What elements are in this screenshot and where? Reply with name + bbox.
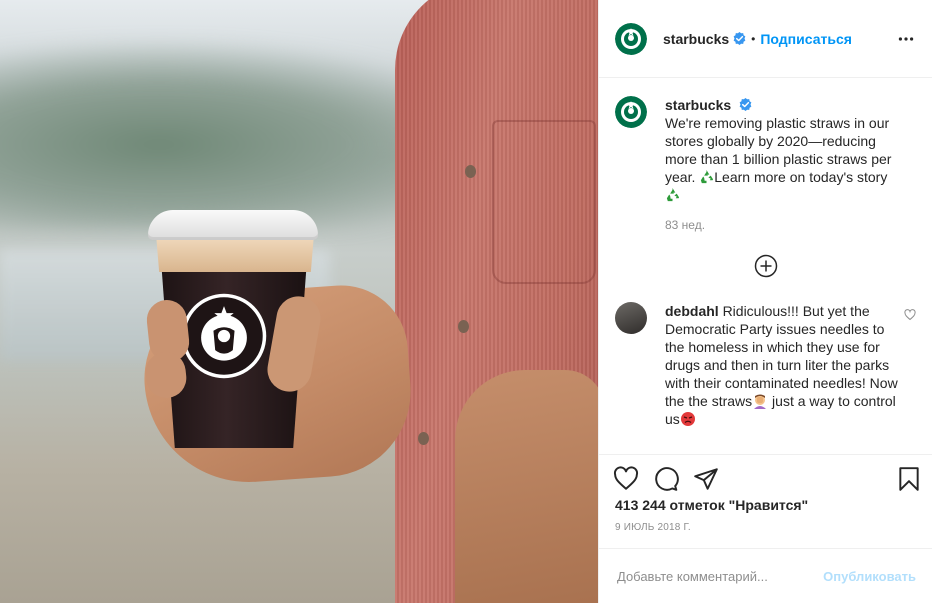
- comment-button[interactable]: [653, 466, 679, 492]
- recycle-emoji-icon: [701, 169, 714, 184]
- second-hand: [455, 370, 598, 603]
- likes-count[interactable]: 413 244 отметок "Нравится": [615, 497, 808, 513]
- load-more-button[interactable]: [754, 254, 778, 278]
- caption-username[interactable]: starbucks: [665, 97, 731, 113]
- comment-item: debdahl Ridiculous!!! But yet the Democr…: [615, 302, 916, 428]
- facepalm-emoji-icon: [754, 394, 767, 409]
- caption-body-end: Learn more on today's story: [714, 169, 888, 185]
- shirt-pocket: [492, 120, 596, 284]
- heart-icon: [904, 309, 916, 321]
- heart-icon: [613, 465, 639, 490]
- post-photo[interactable]: [0, 0, 598, 603]
- post-header: starbucks • Подписаться: [599, 0, 932, 78]
- angry-face-emoji-icon: [680, 412, 695, 426]
- save-button[interactable]: [896, 466, 922, 492]
- load-more-comments: [615, 254, 916, 278]
- strawless-lid: [148, 210, 318, 240]
- verified-badge-icon: [733, 32, 746, 45]
- more-options-button[interactable]: [896, 29, 916, 49]
- verified-badge-icon: [739, 98, 752, 111]
- shirt-button: [465, 165, 476, 178]
- comment-input[interactable]: [615, 567, 824, 585]
- shirt-button: [458, 320, 469, 333]
- caption-row: starbucks We're removing plastic straws …: [615, 96, 916, 204]
- like-button[interactable]: [613, 465, 639, 492]
- recycle-emoji-icon: [666, 187, 680, 202]
- comment-text: debdahl Ridiculous!!! But yet the Democr…: [665, 302, 901, 428]
- action-bar: [599, 454, 932, 496]
- instagram-post: starbucks • Подписаться starbucks We're …: [0, 0, 932, 603]
- author-username[interactable]: starbucks: [663, 31, 729, 47]
- commenter-avatar[interactable]: [615, 302, 647, 334]
- bookmark-icon: [899, 466, 919, 491]
- follow-button[interactable]: Подписаться: [760, 31, 852, 47]
- caption-time[interactable]: 83 нед.: [665, 218, 916, 232]
- comments-list[interactable]: starbucks We're removing plastic straws …: [599, 78, 932, 454]
- starbucks-logo-icon: [181, 293, 267, 379]
- caption-avatar[interactable]: [615, 96, 647, 128]
- more-options-icon: [898, 36, 914, 41]
- comment-username[interactable]: debdahl: [665, 303, 719, 319]
- plus-circle-icon: [754, 254, 777, 278]
- shirt-button: [418, 432, 429, 445]
- author-avatar[interactable]: [615, 22, 647, 55]
- post-side-panel: starbucks • Подписаться starbucks We're …: [598, 0, 932, 603]
- share-button[interactable]: [693, 466, 719, 492]
- separator-dot: •: [751, 31, 756, 46]
- caption-text: starbucks We're removing plastic straws …: [665, 96, 901, 204]
- post-date[interactable]: 9 ИЮЛЬ 2018 Г.: [615, 522, 691, 533]
- comment-bubble-icon: [655, 466, 679, 491]
- add-comment-section: Опубликовать: [599, 548, 932, 603]
- starbucks-avatar-icon: [615, 96, 647, 128]
- paper-plane-icon: [694, 467, 718, 490]
- starbucks-avatar-icon: [615, 22, 647, 55]
- comment-like-button[interactable]: [904, 308, 916, 321]
- publish-button[interactable]: Опубликовать: [823, 569, 916, 584]
